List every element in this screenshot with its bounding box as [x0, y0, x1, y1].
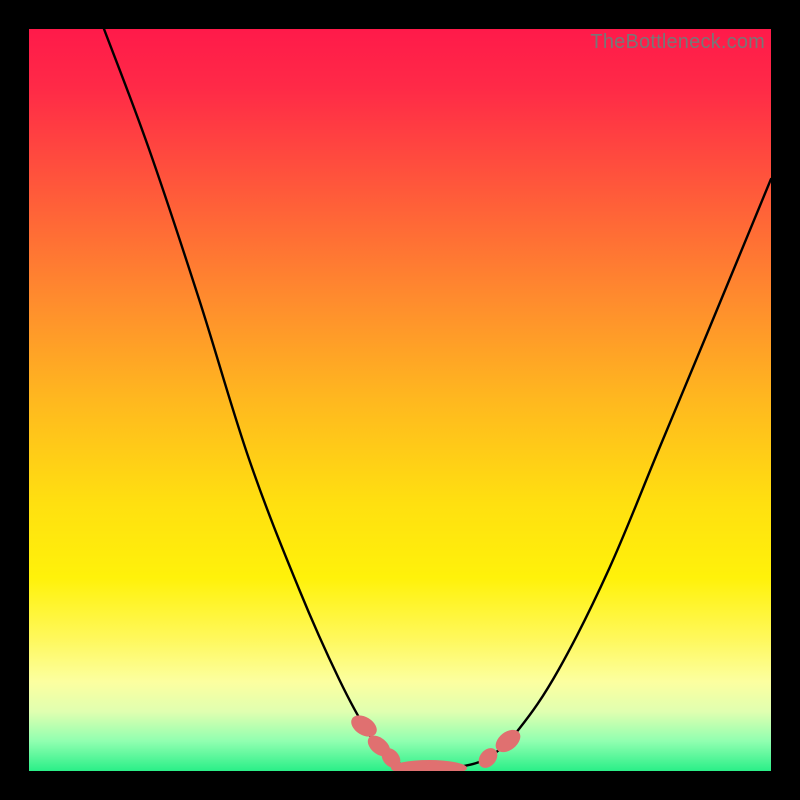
- chart-svg: [29, 29, 771, 771]
- marker-group: [347, 711, 524, 771]
- chart-frame: TheBottleneck.com: [0, 0, 800, 800]
- series-left-curve: [104, 29, 429, 769]
- data-marker-3: [391, 760, 467, 771]
- curve-group: [104, 29, 771, 769]
- series-right-curve: [429, 179, 771, 769]
- chart-plot-area: TheBottleneck.com: [29, 29, 771, 771]
